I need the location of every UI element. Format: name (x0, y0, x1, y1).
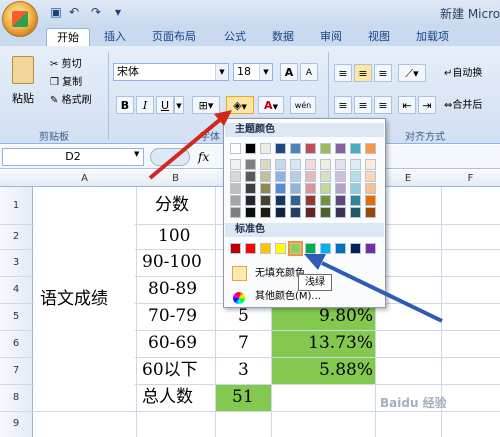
color-tooltip: 浅绿 (298, 274, 332, 291)
red-arrow-line (148, 116, 224, 180)
annotation-arrows (148, 110, 443, 323)
blue-arrow-line (321, 261, 443, 323)
